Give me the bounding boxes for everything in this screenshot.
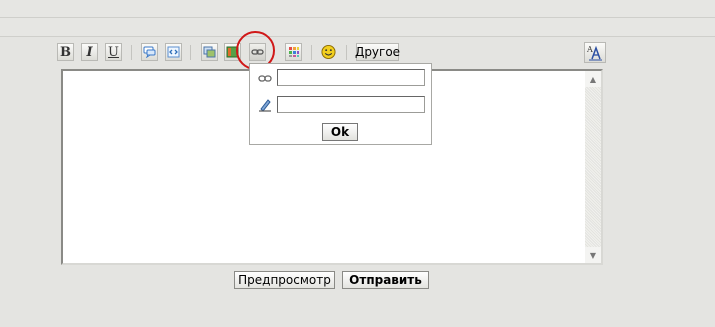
ok-label: Ok bbox=[330, 125, 350, 139]
image-button[interactable] bbox=[201, 43, 218, 61]
editor-scrollbar[interactable]: ▲ ▼ bbox=[585, 71, 601, 263]
svg-text:A: A bbox=[586, 45, 593, 54]
code-arrows-icon bbox=[167, 46, 180, 58]
color-palette-icon bbox=[288, 47, 299, 57]
italic-button[interactable]: I bbox=[81, 43, 98, 61]
font-button[interactable]: A bbox=[584, 42, 606, 63]
image-icon bbox=[203, 46, 216, 58]
scroll-down-button[interactable]: ▼ bbox=[585, 247, 601, 263]
scroll-up-button[interactable]: ▲ bbox=[585, 71, 601, 87]
toolbar-separator bbox=[311, 45, 312, 60]
smiley-icon bbox=[321, 44, 336, 60]
top-bar bbox=[0, 0, 715, 18]
underline-button[interactable]: U bbox=[105, 43, 122, 61]
title-input[interactable] bbox=[277, 96, 425, 113]
url-input[interactable] bbox=[277, 69, 425, 86]
bold-label: B bbox=[60, 44, 71, 60]
toolbar-separator bbox=[346, 45, 347, 60]
code-button[interactable] bbox=[165, 43, 182, 61]
chain-link-icon bbox=[257, 71, 273, 85]
bold-button[interactable]: B bbox=[57, 43, 74, 61]
italic-label: I bbox=[86, 44, 93, 60]
smile-button[interactable] bbox=[320, 43, 337, 61]
font-size-icon: A bbox=[586, 45, 602, 61]
other-label: Другое bbox=[354, 45, 401, 59]
quote-button[interactable] bbox=[141, 43, 158, 61]
underline-label: U bbox=[108, 44, 119, 60]
send-button[interactable]: Отправить bbox=[342, 271, 429, 289]
toolbar-separator bbox=[131, 45, 132, 60]
send-label: Отправить bbox=[349, 273, 422, 287]
color-button[interactable] bbox=[285, 43, 302, 61]
pen-icon bbox=[257, 98, 273, 112]
second-bar bbox=[0, 18, 715, 37]
toolbar-separator bbox=[190, 45, 191, 60]
preview-label: Предпросмотр bbox=[238, 273, 331, 287]
speech-bubble-icon bbox=[143, 46, 156, 58]
link-popup: Ok bbox=[249, 63, 432, 145]
other-button[interactable]: Другое bbox=[354, 43, 401, 61]
preview-button[interactable]: Предпросмотр bbox=[234, 271, 335, 289]
ok-button[interactable]: Ok bbox=[322, 123, 358, 141]
